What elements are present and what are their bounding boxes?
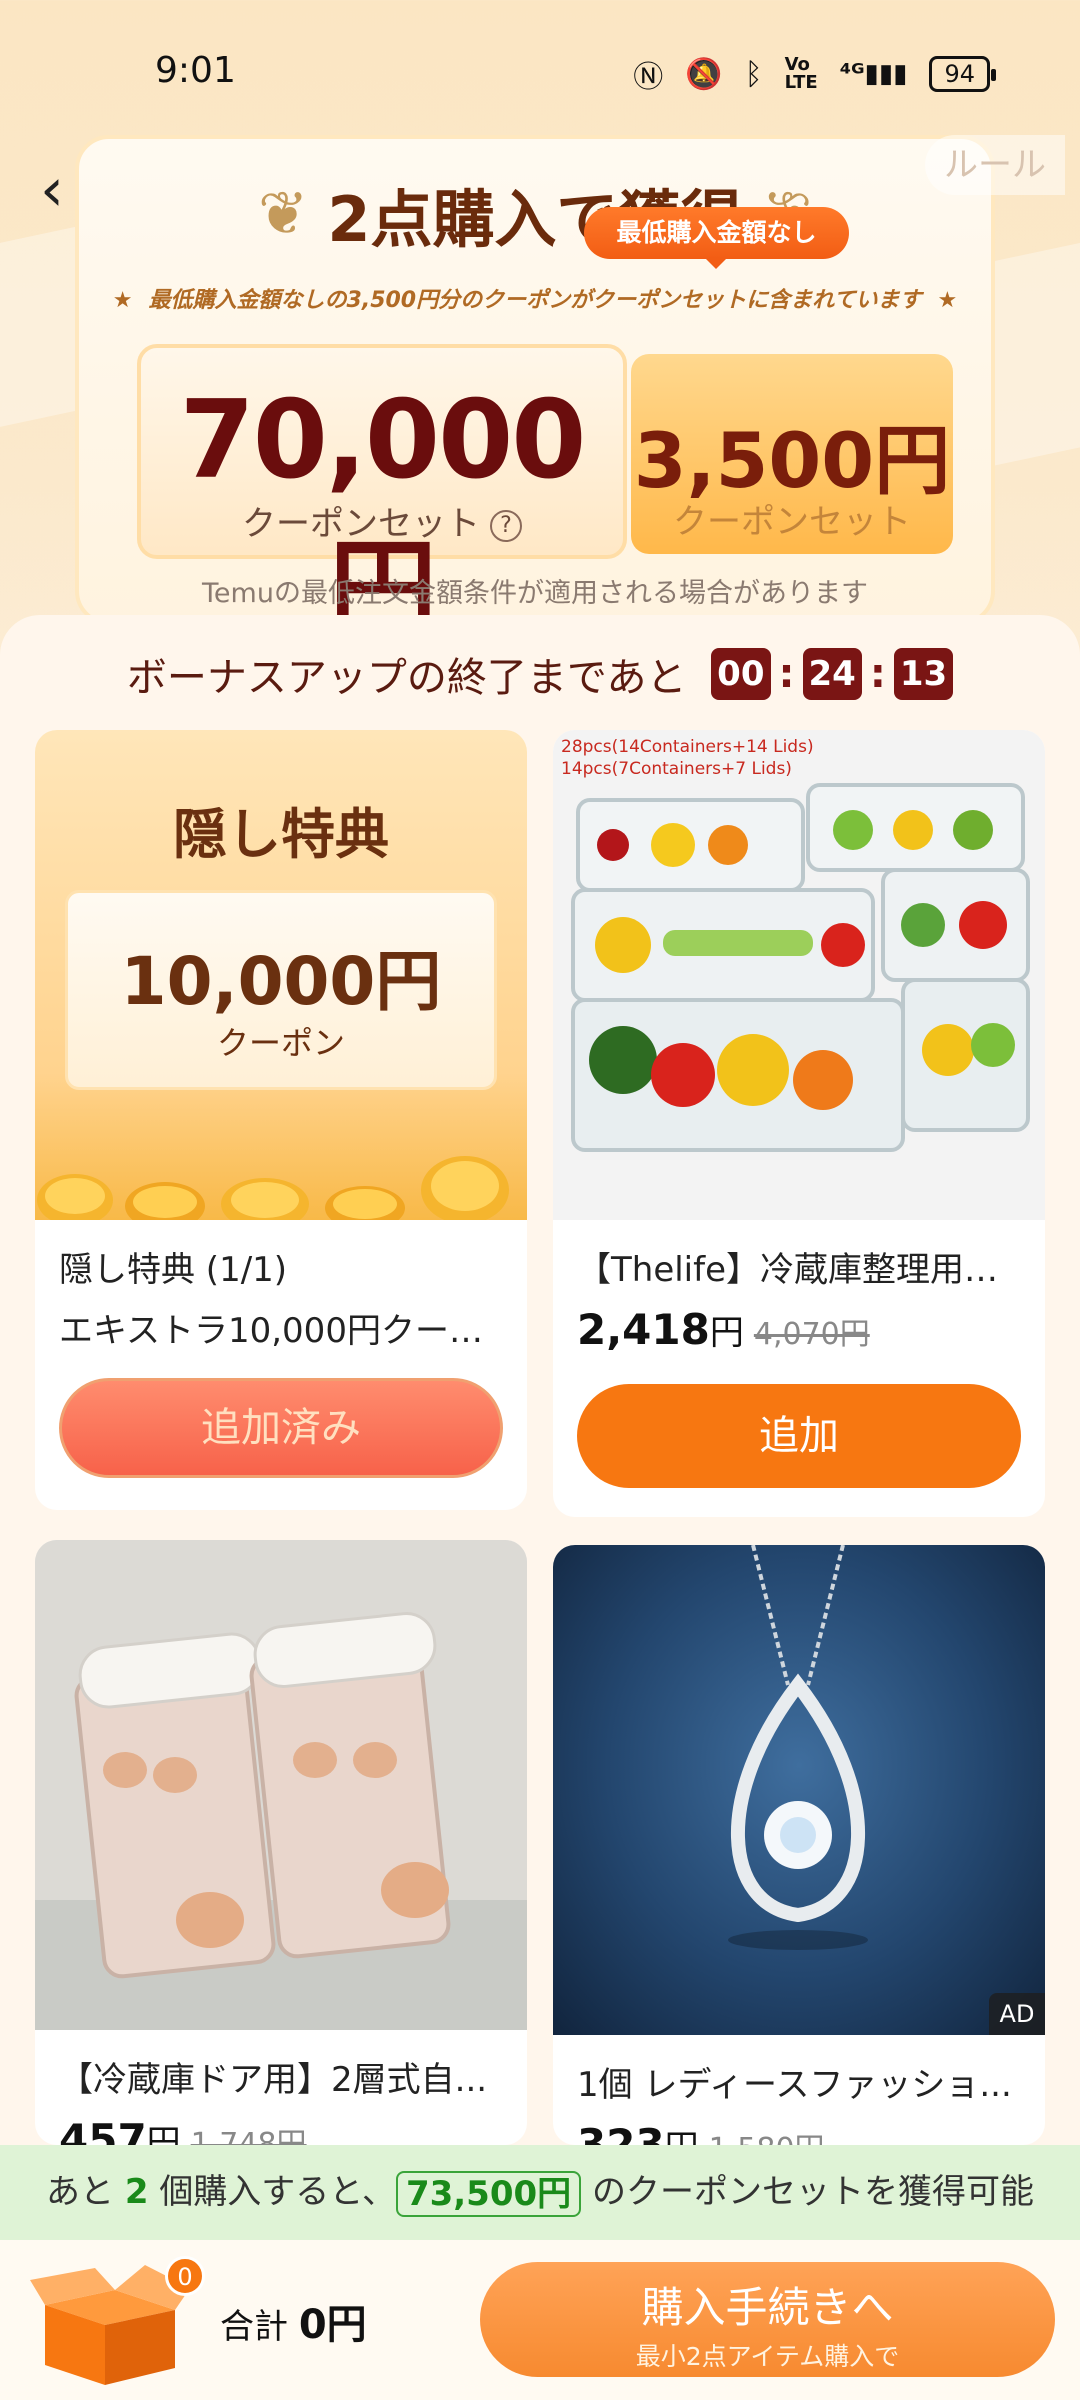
card-subtitle: エキストラ10,000円クーポン: [59, 1311, 503, 1351]
old-price: 1,748円: [190, 2127, 307, 2145]
promo-count: 2: [124, 2172, 149, 2212]
promo-middle: 個購入すると、: [159, 2172, 396, 2212]
cart-count-badge: 0: [165, 2256, 205, 2296]
price-value: 457: [59, 2115, 147, 2145]
total-amount: 合計 0円: [220, 2292, 367, 2350]
price-value: 323: [577, 2120, 665, 2145]
side-coupon: 3,500円 クーポンセット: [631, 354, 953, 554]
price-row: 2,418円 4,070円: [577, 1305, 1021, 1354]
perk-image: 隠し特典 10,000円 クーポン: [35, 730, 527, 1220]
checkout-button-sublabel: 最小2点アイテム購入で: [635, 2342, 900, 2371]
perk-image-title: 隠し特典: [173, 803, 389, 866]
status-time: 9:01: [155, 50, 236, 91]
ad-badge: AD: [989, 1993, 1045, 2035]
card-title: 【Thelife】冷蔵庫整理用具...: [577, 1250, 1021, 1290]
checkout-button-label: 購入手続きへ: [641, 2283, 894, 2332]
promo-amount: 73,500円: [395, 2170, 582, 2217]
status-bar: 9:01 Ⓝ 🔕 ᛒ Vo LTE ⁴ᴳ▮▮▮ 94: [0, 0, 1080, 140]
pendant-necklace-icon: [728, 1545, 868, 1950]
checkout-bar: 0 合計 0円 購入手続きへ 最小2点アイテム購入で: [0, 2240, 1080, 2400]
product-card[interactable]: AD 1個 レディースファッショ... 323円 1,580円: [553, 1545, 1045, 2145]
price-row: 457円 1,748円: [59, 2115, 503, 2145]
product-image: [35, 1540, 527, 2030]
main-coupon-label: クーポンセット?: [141, 496, 623, 545]
nfc-icon: Ⓝ: [633, 60, 664, 95]
price-unit: 円: [146, 2123, 181, 2145]
add-button[interactable]: 追加: [577, 1384, 1021, 1488]
product-image: AD: [553, 1545, 1045, 2035]
coupon-hero-card: ❦ 2点購入で獲得 ❦ ★ 最低購入金額なしの3,500円分のクーポンがクーポンセ…: [75, 135, 995, 653]
timer-label: ボーナスアップの終了まであと: [126, 655, 687, 701]
star-icon: ★: [937, 288, 958, 313]
price-row: 323円 1,580円: [577, 2120, 1021, 2145]
hero-note: Temuの最低注文金額条件が適用される場合があります: [202, 578, 868, 609]
perk-coupon: 10,000円 クーポン: [65, 890, 497, 1090]
chevron-left-icon: ‹: [40, 155, 64, 225]
timer-hours: 00: [711, 648, 771, 700]
bluetooth-icon: ᛒ: [744, 56, 763, 92]
volte-icon: Vo LTE: [784, 54, 818, 93]
hero-subtitle: ★ 最低購入金額なしの3,500円分のクーポンがクーポンセットに含まれています ★: [79, 282, 991, 314]
side-coupon-label: クーポンセット: [673, 502, 911, 542]
total-label: 合計: [220, 2307, 288, 2347]
cart-button[interactable]: 0: [25, 2250, 205, 2390]
back-button[interactable]: ‹: [40, 160, 90, 220]
offer-panel: ボーナスアップの終了まであと 00:24:13 隠し特典 10,000円 クーポ…: [0, 615, 1080, 2145]
hero-title-row: ❦ 2点購入で獲得 ❦: [79, 169, 991, 259]
hidden-perk-card[interactable]: 隠し特典 10,000円 クーポン 隠し特典 (1/1) エキストラ10,000…: [35, 730, 527, 1510]
4g-signal-icon: ⁴ᴳ▮▮▮: [839, 59, 908, 89]
perk-coupon-label: クーポン: [216, 1024, 345, 1062]
old-price: 4,070円: [753, 1317, 870, 1352]
help-icon[interactable]: ?: [490, 510, 522, 542]
battery-icon: 94: [929, 56, 996, 92]
food-containers-icon: [571, 783, 1030, 1152]
bonus-timer: ボーナスアップの終了まであと 00:24:13: [0, 645, 1080, 703]
gold-coins-icon: [37, 1156, 509, 1220]
main-coupon: 70,000円 クーポンセット?: [137, 344, 627, 653]
hero-subtitle-text: 最低購入金額なしの3,500円分のクーポンがクーポンセットに含まれています: [148, 288, 922, 313]
egg-dispenser-icon: [35, 1540, 527, 2030]
old-price: 1,580円: [709, 2132, 825, 2145]
star-icon: ★: [112, 288, 133, 313]
product-card[interactable]: 28pcs(14Containers+14 Lids) 14pcs(7Conta…: [553, 730, 1045, 1517]
timer-separator: :: [869, 651, 886, 697]
total-value: 0円: [298, 2302, 367, 2348]
price-value: 2,418: [577, 1305, 710, 1354]
timer-separator: :: [778, 651, 795, 697]
card-title: 隠し特典 (1/1): [59, 1250, 288, 1290]
main-coupon-label-text: クーポンセット: [242, 504, 480, 544]
no-minimum-badge: 最低購入金額なし: [584, 207, 849, 269]
status-icons: Ⓝ 🔕 ᛒ Vo LTE ⁴ᴳ▮▮▮ 94: [633, 52, 996, 96]
timer-minutes: 24: [802, 648, 862, 700]
price: 457円: [59, 2115, 181, 2145]
price: 323円: [577, 2120, 699, 2145]
card-title: 1個 レディースファッショ...: [577, 2065, 1012, 2105]
price-unit: 円: [709, 1313, 744, 1353]
checkout-button[interactable]: 購入手続きへ 最小2点アイテム購入で: [480, 2262, 1055, 2377]
perk-coupon-amount: 10,000円: [120, 943, 442, 1020]
product-card[interactable]: 【冷蔵庫ドア用】2層式自... 457円 1,748円: [35, 1540, 527, 2145]
box-icon: [30, 2265, 190, 2385]
timer-seconds: 13: [893, 648, 954, 700]
price: 2,418円: [577, 1305, 744, 1354]
promo-prefix: あと: [46, 2172, 115, 2212]
promo-suffix: のクーポンセットを獲得可能: [591, 2172, 1034, 2212]
promo-strip: あと 2 個購入すると、 73,500円 のクーポンセットを獲得可能: [0, 2145, 1080, 2240]
price-unit: 円: [665, 2128, 699, 2145]
card-title: 【冷蔵庫ドア用】2層式自...: [59, 2060, 488, 2100]
side-coupon-amount: 3,500円: [633, 416, 951, 505]
mute-icon: 🔕: [685, 56, 723, 92]
product-image: 28pcs(14Containers+14 Lids) 14pcs(7Conta…: [553, 730, 1045, 1220]
laurel-left-icon: ❦: [258, 179, 309, 249]
rule-button[interactable]: ルール: [925, 135, 1065, 195]
added-button[interactable]: 追加済み: [59, 1378, 503, 1478]
